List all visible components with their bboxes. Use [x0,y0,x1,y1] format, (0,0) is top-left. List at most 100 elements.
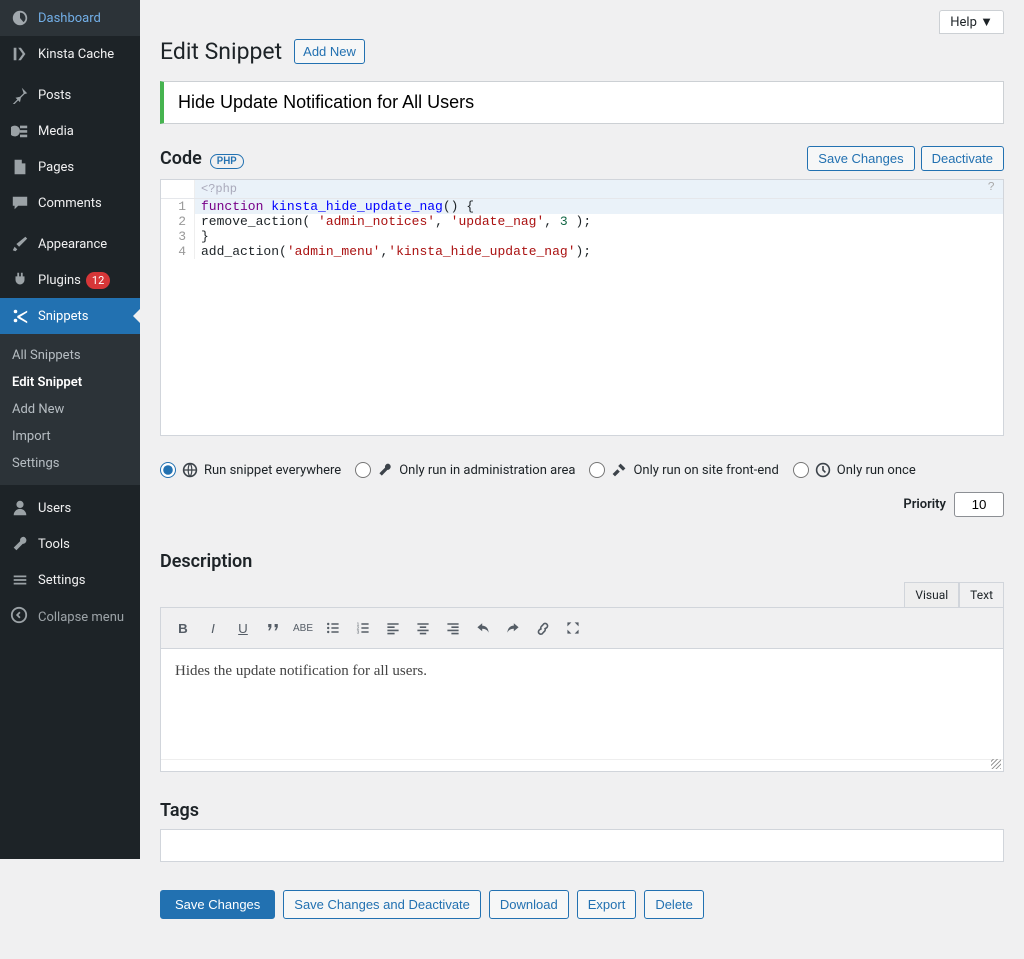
help-question-icon[interactable]: ? [988,180,995,194]
sidebar-label: Pages [38,160,74,175]
snippet-name-input[interactable] [160,81,1004,124]
code-heading: CodePHP [160,148,244,169]
snippets-submenu: All Snippets Edit Snippet Add New Import… [0,334,140,485]
sidebar-item-comments[interactable]: Comments [0,185,140,221]
user-icon [10,498,30,518]
media-icon [10,121,30,141]
sidebar-item-tools[interactable]: Tools [0,526,140,562]
pin-icon [10,85,30,105]
strikethrough-button[interactable]: ABE [289,614,317,642]
align-right-button[interactable] [439,614,467,642]
italic-button[interactable]: I [199,614,227,642]
add-new-button[interactable]: Add New [294,39,365,64]
scope-frontend[interactable]: Only run on site front-end [589,462,778,478]
sidebar-label: Posts [38,88,71,103]
sidebar-item-users[interactable]: Users [0,490,140,526]
ol-button[interactable]: 123 [349,614,377,642]
plugin-icon [10,270,30,290]
svg-text:3: 3 [357,630,360,636]
save-changes-button-top[interactable]: Save Changes [807,146,914,171]
php-badge: PHP [210,154,244,169]
sidebar-item-dashboard[interactable]: Dashboard [0,0,140,36]
fullscreen-button[interactable] [559,614,587,642]
quote-button[interactable] [259,614,287,642]
sidebar-item-posts[interactable]: Posts [0,77,140,113]
sidebar-label: Tools [38,537,70,552]
hammer-icon [611,462,627,478]
download-button[interactable]: Download [489,890,569,919]
undo-button[interactable] [469,614,497,642]
sidebar-item-snippets[interactable]: Snippets [0,298,140,334]
save-deactivate-button[interactable]: Save Changes and Deactivate [283,890,481,919]
globe-icon [182,462,198,478]
description-editor: B I U ABE 123 Hides the update notificat… [160,607,1004,772]
resize-handle[interactable] [161,759,1003,771]
sidebar-label: Settings [38,573,85,588]
sidebar-item-kinsta[interactable]: Kinsta Cache [0,36,140,72]
collapse-icon [10,606,30,628]
wrench-icon [10,534,30,554]
kinsta-icon [10,44,30,64]
scope-label: Run snippet everywhere [204,463,341,478]
sidebar-label: Users [38,501,71,516]
deactivate-button[interactable]: Deactivate [921,146,1004,171]
sidebar-label: Media [38,124,74,139]
scope-label: Only run once [837,463,916,478]
scope-label: Only run in administration area [399,463,575,478]
tab-visual[interactable]: Visual [904,582,959,607]
page-title: Edit Snippet [160,38,282,65]
redo-button[interactable] [499,614,527,642]
tags-input[interactable] [160,829,1004,862]
sidebar-item-plugins[interactable]: Plugins 12 [0,262,140,298]
collapse-menu[interactable]: Collapse menu [0,598,140,636]
collapse-label: Collapse menu [38,610,124,625]
scope-label: Only run on site front-end [633,463,778,478]
help-tab[interactable]: Help ▼ [939,10,1004,34]
align-center-button[interactable] [409,614,437,642]
code-line: 1function kinsta_hide_update_nag() { [161,199,1003,214]
scope-options: Run snippet everywhere Only run in admin… [160,456,1004,523]
sidebar-label: Comments [38,196,102,211]
scissors-icon [10,306,30,326]
submenu-add-new[interactable]: Add New [0,396,140,423]
sidebar-item-settings[interactable]: Settings [0,562,140,598]
tags-heading: Tags [160,800,1004,821]
code-line: 2remove_action( 'admin_notices', 'update… [161,214,1003,229]
submenu-edit-snippet[interactable]: Edit Snippet [0,369,140,396]
tab-text[interactable]: Text [959,582,1004,607]
admin-sidebar: Dashboard Kinsta Cache Posts Media Pages… [0,0,140,859]
export-button[interactable]: Export [577,890,637,919]
delete-button[interactable]: Delete [644,890,704,919]
align-left-button[interactable] [379,614,407,642]
scope-once[interactable]: Only run once [793,462,916,478]
bold-button[interactable]: B [169,614,197,642]
save-changes-button[interactable]: Save Changes [160,890,275,919]
link-button[interactable] [529,614,557,642]
scope-everywhere[interactable]: Run snippet everywhere [160,462,341,478]
submenu-settings[interactable]: Settings [0,450,140,477]
sidebar-item-appearance[interactable]: Appearance [0,226,140,262]
sidebar-item-media[interactable]: Media [0,113,140,149]
submenu-all-snippets[interactable]: All Snippets [0,342,140,369]
pages-icon [10,157,30,177]
submenu-import[interactable]: Import [0,423,140,450]
main-content: Help ▼ Edit Snippet Add New CodePHP Save… [140,0,1024,959]
code-line: 3} [161,229,1003,244]
brush-icon [10,234,30,254]
sidebar-label: Appearance [38,237,107,252]
plugins-badge: 12 [86,272,110,289]
wrench-icon [377,462,393,478]
code-editor[interactable]: <?php ? 1function kinsta_hide_update_nag… [160,179,1004,436]
description-body[interactable]: Hides the update notification for all us… [161,649,1003,759]
sidebar-item-pages[interactable]: Pages [0,149,140,185]
ul-button[interactable] [319,614,347,642]
editor-toolbar: B I U ABE 123 [161,608,1003,649]
underline-button[interactable]: U [229,614,257,642]
sidebar-label: Kinsta Cache [38,47,114,62]
scope-admin[interactable]: Only run in administration area [355,462,575,478]
description-heading: Description [160,551,1004,572]
comments-icon [10,193,30,213]
php-open-tag: <?php [195,180,243,198]
priority-input[interactable] [954,492,1004,517]
sidebar-label: Snippets [38,309,89,324]
